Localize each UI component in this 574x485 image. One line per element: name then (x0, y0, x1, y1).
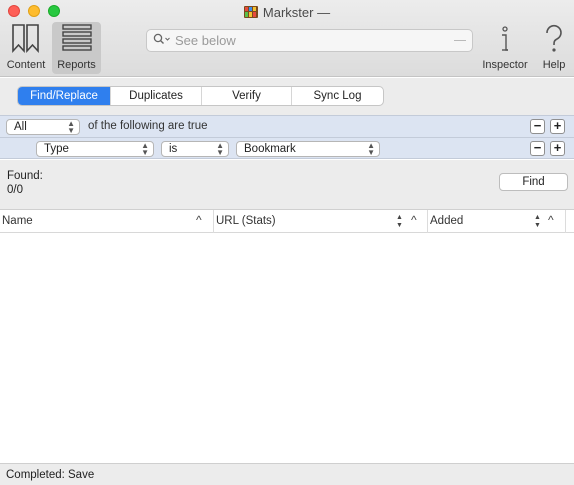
window-toolbar: Markster — Content Reports See below Ins… (0, 0, 574, 77)
match-all-popup[interactable]: All ▲ ▼ (6, 119, 80, 135)
tab-sync-log[interactable]: Sync Log (292, 87, 383, 105)
status-bar: Completed: Save (0, 463, 574, 485)
tab-find-replace[interactable]: Find/Replace (18, 87, 111, 105)
criterion-row: Type ▲ ▼ is ▲ ▼ Bookmark ▲ ▼ − + (0, 137, 574, 159)
remove-rule-button[interactable]: − (530, 119, 545, 134)
column-header-url-stats-label: URL (Stats) (216, 215, 276, 227)
match-all-popup-value: All (14, 121, 27, 133)
reports-toolbar-label: Reports (57, 59, 96, 71)
markster-app-icon (243, 5, 258, 19)
window-title-bar: Markster — (0, 3, 574, 21)
results-table-header: Name ^ URL (Stats) ▲ ▼ ^ Added ▲ ▼ ^ (0, 209, 574, 233)
inspector-toolbar-label: Inspector (482, 59, 528, 71)
remove-criterion-button[interactable]: − (530, 141, 545, 156)
search-field-divider (454, 40, 466, 41)
search-field[interactable]: See below (146, 29, 473, 52)
column-header-name-label: Name (2, 215, 33, 227)
add-criterion-button[interactable]: + (550, 141, 565, 156)
criterion-value-value: Bookmark (244, 143, 296, 155)
popup-arrows-icon: ▲ ▼ (67, 119, 75, 135)
popup-arrows-icon: ▲ ▼ (216, 141, 224, 157)
criterion-operator-popup[interactable]: is ▲ ▼ (161, 141, 229, 157)
content-toolbar-label: Content (6, 59, 46, 71)
column-menu-arrows-icon: ▲ ▼ (534, 214, 541, 229)
found-label: Found: (7, 170, 43, 182)
popup-arrows-icon: ▲ ▼ (141, 141, 149, 157)
popup-arrows-icon: ▲ ▼ (367, 141, 375, 157)
sort-chevron-icon: ^ (548, 213, 554, 227)
column-header-added-label: Added (430, 215, 464, 227)
found-area: Found: 0/0 Find (0, 160, 574, 209)
report-tabs: Find/Replace Duplicates Verify Sync Log (17, 86, 384, 106)
results-table-body[interactable] (0, 233, 574, 463)
info-icon (495, 24, 515, 57)
question-mark-icon (542, 24, 566, 57)
add-rule-button[interactable]: + (550, 119, 565, 134)
match-rule-row: All ▲ ▼ of the following are true − + (0, 115, 574, 137)
sort-chevron-icon: ^ (196, 213, 202, 227)
reports-toolbar-button[interactable]: Reports (52, 22, 101, 74)
column-header-name[interactable]: Name ^ (0, 210, 214, 233)
tab-duplicates[interactable]: Duplicates (111, 87, 202, 105)
sort-chevron-icon: ^ (411, 213, 417, 227)
help-toolbar-button[interactable]: Help (537, 22, 571, 74)
help-toolbar-label: Help (542, 59, 566, 71)
reports-list-icon (60, 22, 94, 57)
find-button[interactable]: Find (499, 173, 568, 191)
found-count: 0/0 (7, 184, 23, 196)
report-tabs-area: Find/Replace Duplicates Verify Sync Log (0, 78, 574, 115)
column-header-added[interactable]: Added ▲ ▼ ^ (428, 210, 566, 233)
bookmarks-icon (9, 22, 43, 57)
tab-verify[interactable]: Verify (202, 87, 292, 105)
inspector-toolbar-button[interactable]: Inspector (477, 22, 533, 74)
match-rule-text: of the following are true (88, 120, 208, 132)
column-header-url-stats[interactable]: URL (Stats) ▲ ▼ ^ (214, 210, 428, 233)
column-menu-arrows-icon: ▲ ▼ (396, 214, 403, 229)
criterion-field-value: Type (44, 143, 69, 155)
criterion-field-popup[interactable]: Type ▲ ▼ (36, 141, 154, 157)
content-toolbar-button[interactable]: Content (2, 22, 50, 74)
criterion-value-popup[interactable]: Bookmark ▲ ▼ (236, 141, 380, 157)
status-text: Completed: Save (6, 469, 95, 481)
search-placeholder: See below (175, 33, 236, 48)
criterion-operator-value: is (169, 143, 178, 155)
search-icon (153, 33, 171, 48)
window-title: Markster — (262, 4, 331, 20)
